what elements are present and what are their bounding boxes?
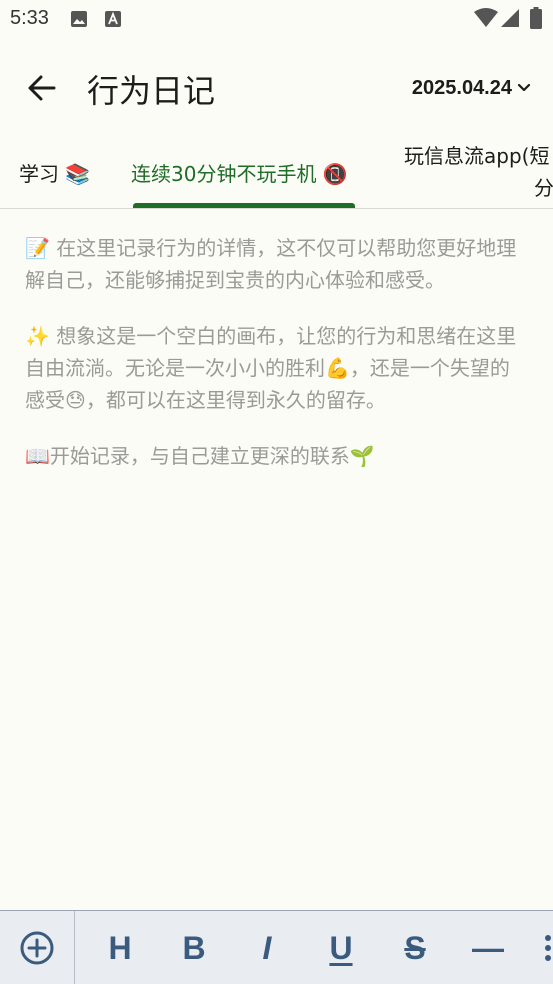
- status-bar: 5:33: [0, 0, 553, 38]
- wifi-icon: [474, 8, 498, 32]
- bold-icon: B: [182, 929, 206, 966]
- bold-button[interactable]: B: [169, 911, 219, 984]
- more-options-button[interactable]: [538, 911, 553, 984]
- underline-icon: U: [329, 929, 353, 966]
- tab-label: 学习: [19, 162, 59, 186]
- heading-icon: H: [108, 929, 132, 966]
- tab-no-phone-30min[interactable]: 连续30分钟不玩手机 📵: [131, 158, 348, 187]
- page-title: 行为日记: [87, 72, 216, 110]
- italic-icon: I: [262, 929, 272, 966]
- app-bar: 行为日记 2025.04.24: [0, 50, 553, 126]
- toolbar-divider: [74, 911, 75, 984]
- placeholder-paragraph-2: ✨ 想象这是一个空白的画布，让您的行为和思绪在这里自由流淌。无论是一次小小的胜利…: [25, 324, 517, 412]
- tab-label: 连续30分钟不玩手机: [131, 162, 317, 186]
- behavior-tabs: 学习 📚 连续30分钟不玩手机 📵 玩信息流app(短 分: [0, 136, 553, 209]
- horizontal-rule-button[interactable]: —: [463, 911, 513, 984]
- placeholder-paragraph-3: 📖开始记录，与自己建立更深的联系🌱: [25, 444, 375, 468]
- diary-screen: 5:33 行为日记 2025.04.24 学习 📚 连续30分钟不玩手机 📵 玩…: [0, 0, 553, 984]
- back-button[interactable]: [22, 68, 62, 108]
- signal-icon: [500, 8, 520, 32]
- battery-icon: [530, 7, 542, 33]
- tab-label-line1: 玩信息流app(短: [404, 144, 550, 168]
- text-a-icon: [104, 10, 122, 32]
- insert-button[interactable]: [0, 911, 74, 984]
- date-selector[interactable]: 2025.04.24: [412, 72, 531, 104]
- add-circle-icon: [20, 931, 54, 965]
- no-mobile-phones-emoji-icon: 📵: [322, 162, 348, 186]
- tab-feed-apps[interactable]: 玩信息流app(短 分: [404, 140, 553, 204]
- chevron-down-icon: [517, 83, 531, 92]
- heading-button[interactable]: H: [95, 911, 145, 984]
- status-time: 5:33: [10, 7, 49, 29]
- tab-selected-indicator: [133, 203, 355, 208]
- image-icon: [70, 10, 88, 32]
- horizontal-rule-icon: —: [472, 929, 504, 966]
- diary-editor[interactable]: 📝 在这里记录行为的详情，这不仅可以帮助您更好地理解自己，还能够捕捉到宝贵的内心…: [25, 232, 525, 496]
- italic-button[interactable]: I: [242, 911, 292, 984]
- placeholder-paragraph-1: 📝 在这里记录行为的详情，这不仅可以帮助您更好地理解自己，还能够捕捉到宝贵的内心…: [25, 236, 517, 292]
- strikethrough-button[interactable]: S: [390, 911, 440, 984]
- underline-button[interactable]: U: [316, 911, 366, 984]
- format-toolbar: H B I U S —: [0, 910, 553, 984]
- tab-study[interactable]: 学习 📚: [19, 158, 90, 187]
- more-icon: [545, 935, 551, 961]
- tab-label-line2: 分: [534, 176, 553, 200]
- arrow-back-icon: [28, 75, 56, 101]
- date-value: 2025.04.24: [411, 76, 512, 99]
- strikethrough-icon: S: [404, 929, 426, 966]
- books-emoji-icon: 📚: [65, 162, 91, 186]
